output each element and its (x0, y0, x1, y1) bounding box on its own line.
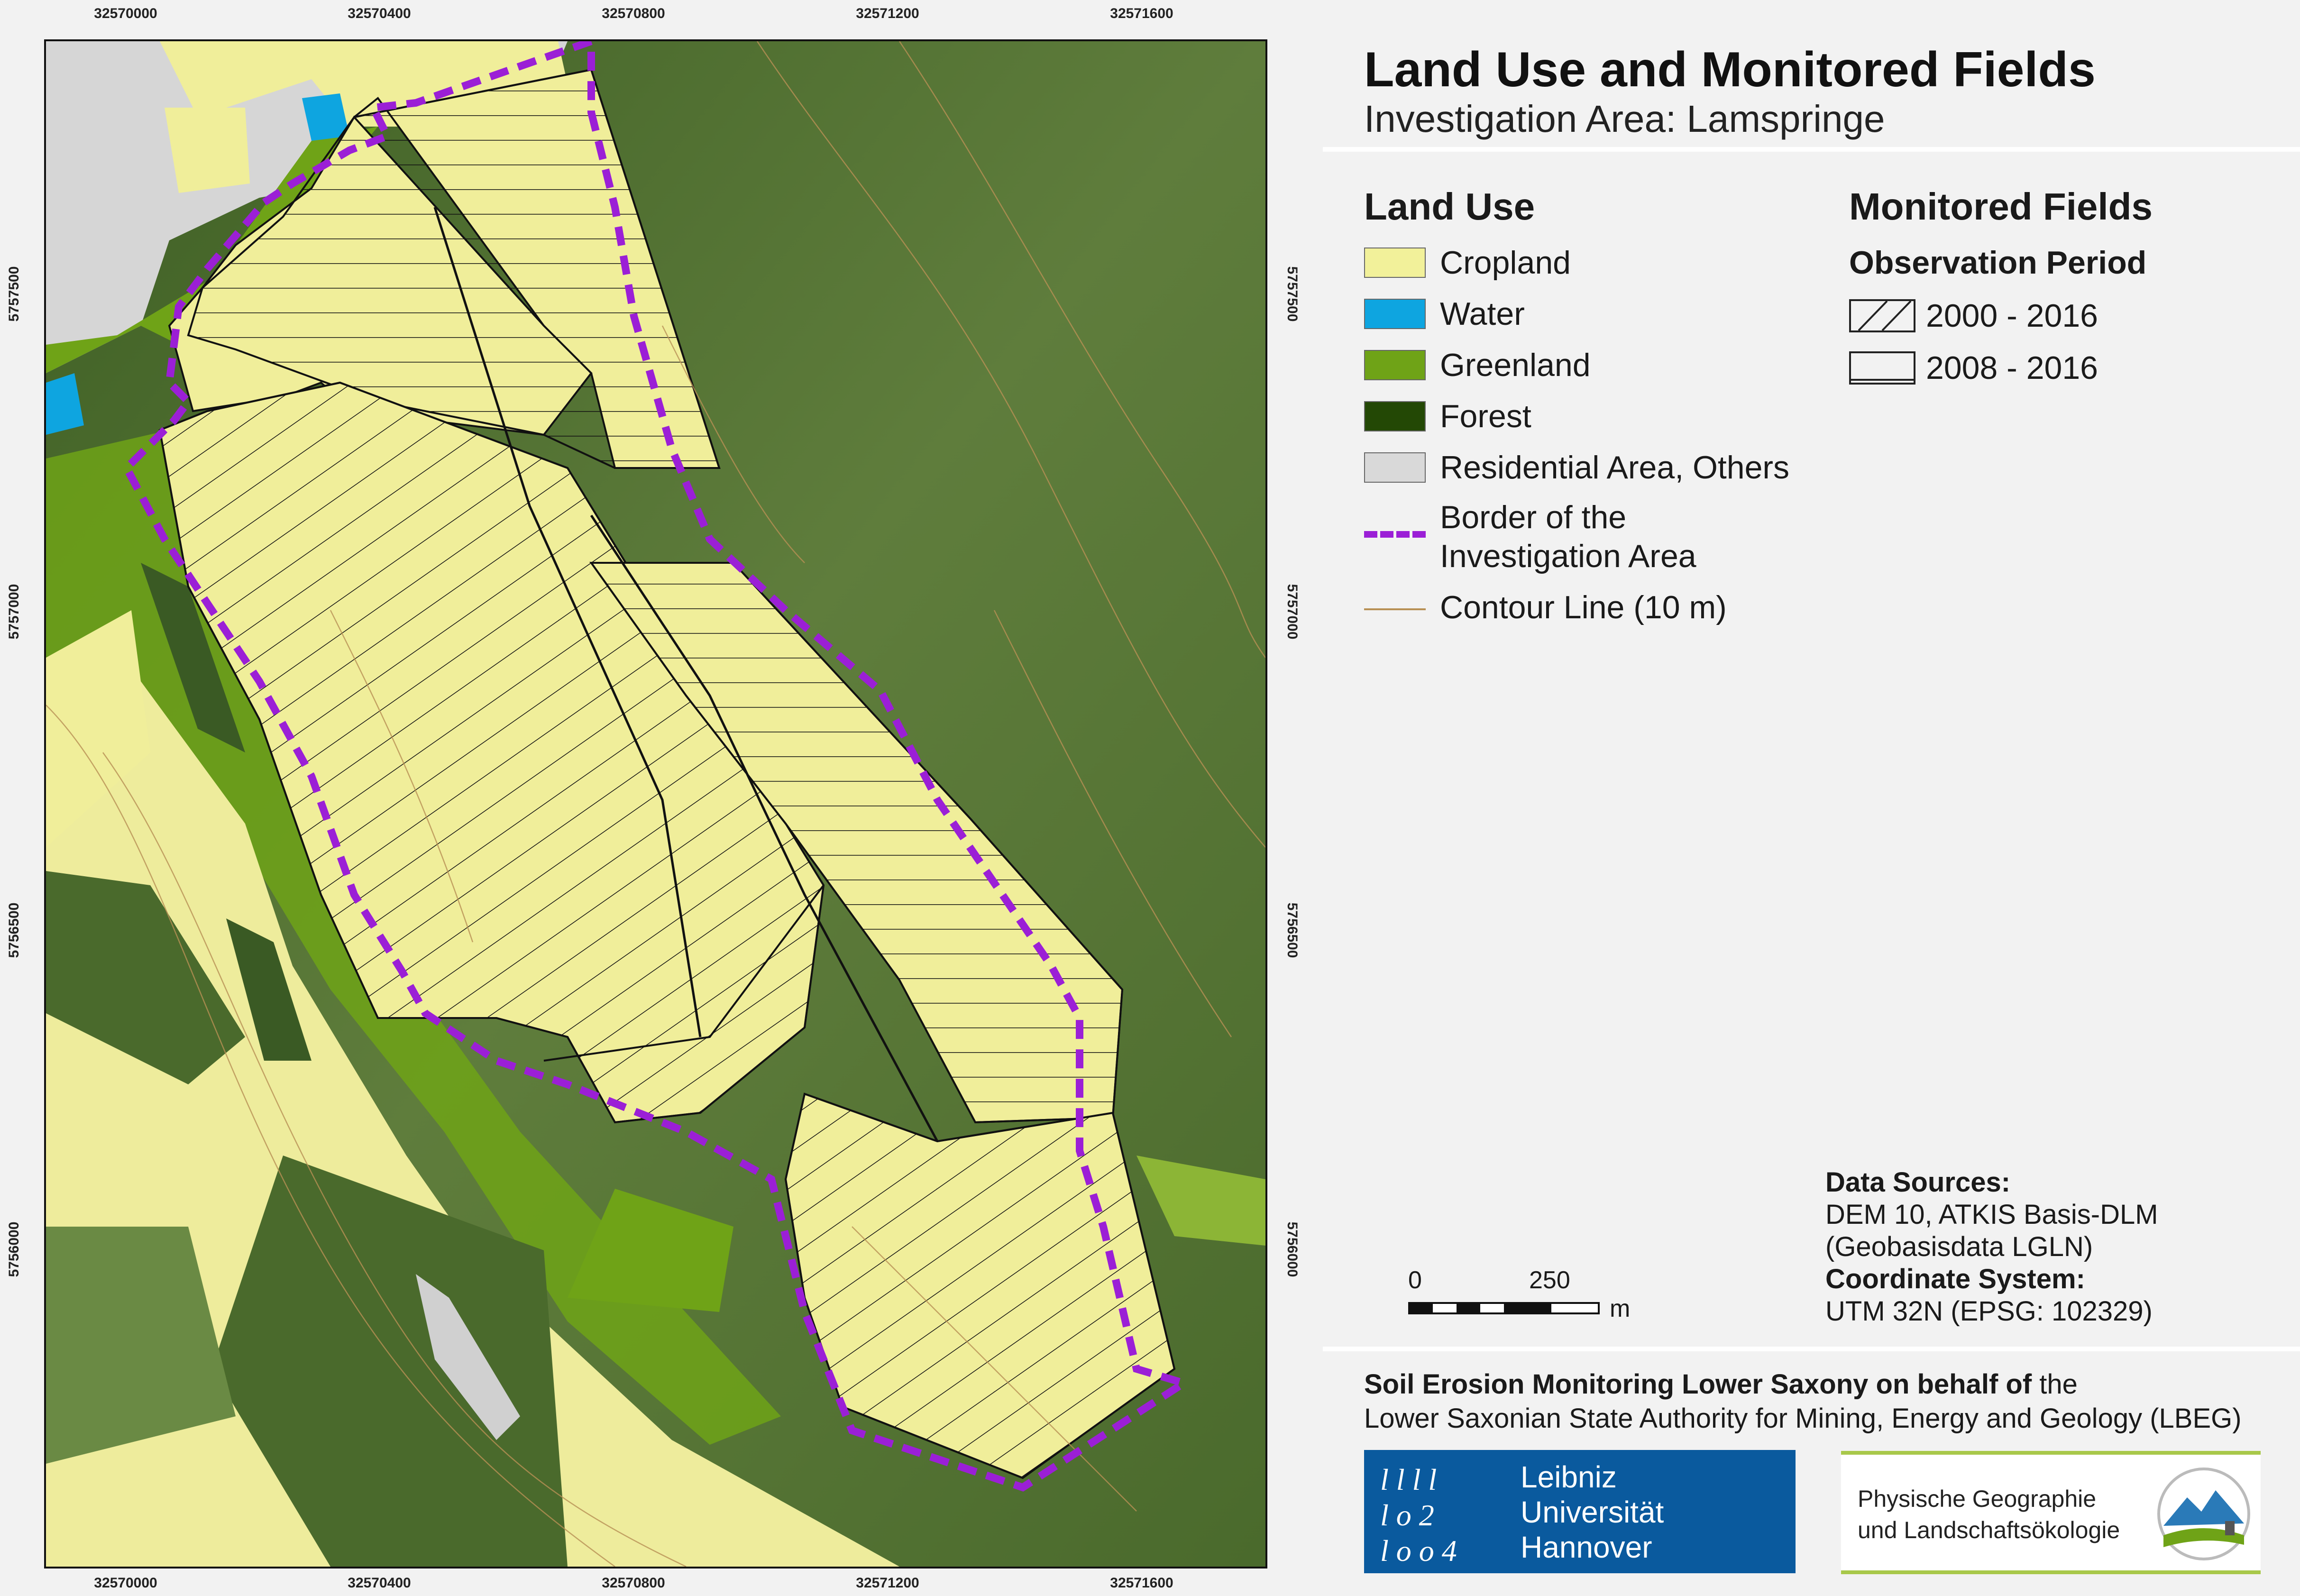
x-tick-top: 32570400 (348, 6, 411, 21)
legend-label: 2008 - 2016 (1926, 350, 2098, 386)
y-tick-right: 5757000 (1284, 584, 1300, 640)
x-tick-top: 32571600 (1110, 6, 1173, 21)
footer-rest: the (2032, 1369, 2078, 1400)
legend-item-contour: Contour Line (10 m) (1440, 589, 1727, 626)
divider (1323, 1347, 2300, 1351)
legend-label: Investigation Area (1440, 538, 1696, 574)
data-sources: Data Sources: DEM 10, ATKIS Basis-DLM (G… (1825, 1166, 2158, 1328)
legend-label: Border of the (1440, 499, 1627, 535)
x-tick-bottom: 32570000 (94, 1575, 157, 1591)
contour-swatch (1364, 608, 1426, 610)
land-use-heading: Land Use (1364, 185, 1535, 228)
horizontal-hatch-swatch (1849, 351, 1915, 385)
y-tick-left: 5756500 (6, 902, 22, 958)
scale-bar: 0 250 m (1408, 1266, 1645, 1323)
y-tick-left: 5757500 (6, 266, 22, 322)
map-title: Land Use and Monitored Fields (1364, 42, 2096, 97)
residential-swatch (1364, 452, 1426, 483)
footer-bold: Soil Erosion Monitoring Lower Saxony on … (1364, 1369, 2032, 1400)
map-frame[interactable] (44, 39, 1267, 1568)
greenland-swatch (1364, 350, 1426, 380)
x-tick-bottom: 32570800 (602, 1575, 665, 1591)
luh-line: Universität (1521, 1495, 1664, 1529)
y-tick-right: 5756500 (1284, 902, 1300, 958)
legend-label: Contour Line (10 m) (1440, 589, 1727, 625)
scale-start: 0 (1408, 1266, 1422, 1294)
pg-text: Physische Geographie und Landschaftsökol… (1858, 1483, 2120, 1546)
pg-line: und Landschaftsökologie (1858, 1517, 2120, 1543)
scale-bar-graphic (1408, 1302, 1600, 1314)
luh-line: Hannover (1521, 1530, 1652, 1564)
y-tick-left: 5757000 (6, 584, 22, 640)
legend-label: Cropland (1440, 245, 1571, 281)
x-tick-bottom: 32570400 (348, 1575, 411, 1591)
svg-text:l o o 4: l o o 4 (1380, 1534, 1457, 1567)
mountain-logo-icon (2157, 1468, 2250, 1560)
legend-item-water: Water (1364, 295, 1525, 332)
x-tick-top: 32570000 (94, 6, 157, 21)
legend-item-border: Border of the Investigation Area (1440, 498, 1696, 576)
diagonal-hatch-swatch (1849, 299, 1915, 332)
x-tick-top: 32570800 (602, 6, 665, 21)
scale-unit: m (1610, 1295, 1631, 1322)
sources-line: DEM 10, ATKIS Basis-DLM (1825, 1199, 2158, 1230)
luh-text: Leibniz Universität Hannover (1521, 1459, 1664, 1565)
crs-title: Coordinate System: (1825, 1264, 2085, 1294)
map-canvas[interactable] (46, 41, 1265, 1567)
pg-line: Physische Geographie (1858, 1486, 2097, 1512)
legend-label: Residential Area, Others (1440, 449, 1790, 486)
x-tick-bottom: 32571600 (1110, 1575, 1173, 1591)
legend-item-greenland: Greenland (1364, 347, 1591, 384)
observation-period-heading: Observation Period (1849, 245, 2147, 281)
luh-logo: l l l l l o 2 l o o 4 Leibniz Universitä… (1364, 1450, 1796, 1573)
crs-value: UTM 32N (EPSG: 102329) (1825, 1296, 2153, 1327)
legend-item-cropland: Cropland (1364, 244, 1571, 281)
legend-label: Forest (1440, 398, 1531, 434)
legend-label: 2000 - 2016 (1926, 298, 2098, 334)
cropland-swatch (1364, 248, 1426, 278)
svg-text:l o 2: l o 2 (1380, 1498, 1434, 1532)
legend-label: Water (1440, 296, 1525, 332)
svg-text:l l l l: l l l l (1380, 1463, 1437, 1496)
legend-label: Greenland (1440, 347, 1591, 383)
forest-swatch (1364, 401, 1426, 431)
sources-line: (Geobasisdata LGLN) (1825, 1231, 2093, 1262)
sources-title: Data Sources: (1825, 1167, 2011, 1198)
map-subtitle: Investigation Area: Lamspringe (1364, 98, 1885, 140)
legend-panel: Land Use and Monitored Fields Investigat… (1323, 0, 2300, 1596)
luh-mark-icon: l l l l l o 2 l o o 4 (1371, 1457, 1488, 1568)
x-tick-bottom: 32571200 (856, 1575, 919, 1591)
y-tick-left: 5756000 (6, 1221, 22, 1277)
cropland-patch (165, 108, 250, 193)
scale-end: 250 (1529, 1266, 1570, 1294)
legend-item-period-2008: 2008 - 2016 (1849, 349, 2098, 386)
monitored-fields-heading: Monitored Fields (1849, 185, 2153, 228)
water-swatch (1364, 299, 1426, 329)
x-tick-top: 32571200 (856, 6, 919, 21)
y-tick-right: 5756000 (1284, 1221, 1300, 1277)
legend-item-period-2000: 2000 - 2016 (1849, 297, 2098, 334)
divider (1323, 147, 2300, 152)
legend-item-residential: Residential Area, Others (1364, 449, 1789, 486)
legend-item-forest: Forest (1364, 398, 1531, 435)
y-tick-right: 5757500 (1284, 266, 1300, 322)
border-swatch (1364, 531, 1426, 538)
footer-line-1: Soil Erosion Monitoring Lower Saxony on … (1364, 1368, 2078, 1400)
luh-line: Leibniz (1521, 1460, 1617, 1494)
footer-line-2: Lower Saxonian State Authority for Minin… (1364, 1403, 2242, 1434)
physische-geographie-logo: Physische Geographie und Landschaftsökol… (1841, 1451, 2261, 1574)
